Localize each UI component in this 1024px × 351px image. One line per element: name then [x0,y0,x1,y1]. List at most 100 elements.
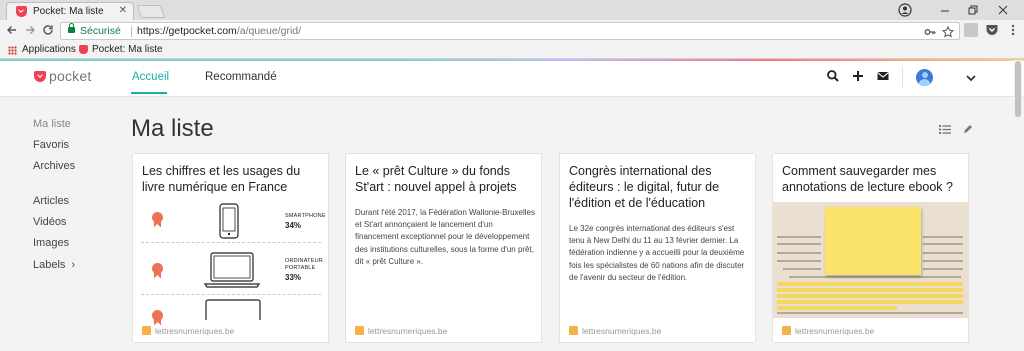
text-line [923,252,963,254]
nav-home[interactable]: Accueil [132,71,169,83]
card-source[interactable]: lettresnumeriques.be [142,326,234,336]
bookmark-applications[interactable]: Applications [22,44,76,55]
card-source[interactable]: lettresnumeriques.be [569,326,661,336]
restore-icon[interactable] [966,3,980,17]
sidebar-item-labels[interactable]: Labels › [33,259,75,271]
add-icon[interactable] [851,69,865,83]
sidebar-item-archives[interactable]: Archives [33,160,75,172]
inbox-icon[interactable] [876,69,890,83]
star-icon[interactable] [942,26,954,38]
text-line [923,260,963,262]
browser-tab[interactable]: Pocket: Ma liste ✕ [6,2,134,20]
text-line [777,252,821,254]
address-bar[interactable]: Sécurisé https://getpocket.com/a/queue/g… [60,22,960,40]
source-domain: lettresnumeriques.be [368,326,448,336]
monitor-icon [205,299,261,320]
pocket-header: pocket Accueil Recommandé [0,59,1024,97]
highlight [777,306,897,310]
key-icon[interactable] [924,26,936,38]
close-tab-icon[interactable]: ✕ [119,5,127,16]
sidebar-item-articles[interactable]: Articles [33,195,69,207]
scrollbar-thumb[interactable] [1015,61,1021,117]
back-icon[interactable] [6,24,18,36]
new-tab-button[interactable] [136,5,166,18]
active-nav-indicator [131,92,167,94]
article-card[interactable]: Les chiffres et les usages du livre numé… [132,153,329,343]
bookmarks-bar: Applications Pocket: Ma liste [0,42,1024,59]
tab-title: Pocket: Ma liste [33,6,104,17]
card-title[interactable]: Congrès international des éditeurs : le … [569,163,749,211]
source-favicon-icon [569,326,578,335]
text-line [783,268,821,270]
ebook-page-thumbnail [773,202,968,318]
article-card[interactable]: Le « prêt Culture » du fonds St'art : no… [345,153,542,343]
apps-grid-icon[interactable] [8,46,17,55]
search-icon[interactable] [826,69,840,83]
text-line [923,268,963,270]
bookmark-pocket[interactable]: Pocket: Ma liste [92,44,163,55]
divider [141,242,321,243]
nav-recommended[interactable]: Recommandé [205,71,277,83]
extension-icon[interactable] [964,23,978,37]
sidebar-item-images[interactable]: Images [33,237,69,249]
text-line [789,276,961,278]
source-domain: lettresnumeriques.be [155,326,235,336]
device-label: SMARTPHONE [285,213,326,219]
pocket-logo-text[interactable]: pocket [49,68,91,84]
lock-icon [68,23,75,33]
smartphone-icon [219,203,239,239]
device-percentage: 34% [285,221,302,230]
laptop-icon [204,252,260,288]
source-domain: lettresnumeriques.be [582,326,662,336]
award-ribbon-icon [152,310,163,325]
card-title[interactable]: Comment sauvegarder mes annotations de l… [782,163,962,195]
text-line [923,243,963,245]
menu-icon[interactable] [1006,23,1020,37]
close-window-icon[interactable] [996,3,1010,17]
divider [141,294,321,295]
pocket-favicon-icon [79,45,88,54]
pocket-favicon-icon [16,6,27,17]
header-accent-rule [0,59,1024,61]
card-title[interactable]: Les chiffres et les usages du livre numé… [142,163,322,195]
divider [902,67,903,87]
article-card[interactable]: Congrès international des éditeurs : le … [559,153,756,343]
sidebar-item-my-list[interactable]: Ma liste [33,118,71,130]
sidebar-item-videos[interactable]: Vidéos [33,216,66,228]
card-excerpt: Le 32e congrès international des éditeur… [569,224,745,282]
divider [131,26,132,37]
page-title: Ma liste [131,115,214,142]
pocket-logo-icon[interactable] [34,71,46,82]
sidebar-item-favorites[interactable]: Favoris [33,139,69,151]
award-ribbon-icon [152,212,163,227]
card-thumbnail: SMARTPHONE 34% ORDINATEUR PORTABLE 33% [133,200,328,325]
source-domain: lettresnumeriques.be [795,326,875,336]
avatar[interactable] [916,69,933,86]
sidebar-item-labels-text: Labels [33,259,66,271]
chevron-down-icon[interactable] [964,71,978,85]
card-title[interactable]: Le « prêt Culture » du fonds St'art : no… [355,163,535,195]
card-source[interactable]: lettresnumeriques.be [782,326,874,336]
pocket-extension-icon[interactable] [985,23,999,37]
browser-tab-strip: Pocket: Ma liste ✕ [0,0,1024,20]
secure-label: Sécurisé [80,25,121,37]
text-line [923,236,963,238]
device-percentage: 33% [285,273,302,282]
highlight [777,300,963,304]
minimize-icon[interactable] [938,3,952,17]
profile-icon[interactable] [898,3,912,17]
award-ribbon-icon [152,263,163,278]
text-line [777,312,963,314]
list-view-icon[interactable] [939,124,951,135]
highlight [777,282,963,286]
forward-icon[interactable] [24,24,36,36]
article-card[interactable]: Comment sauvegarder mes annotations de l… [772,153,969,343]
sticky-note [825,207,921,275]
reload-icon[interactable] [42,24,54,36]
card-source[interactable]: lettresnumeriques.be [355,326,447,336]
text-line [777,236,821,238]
card-excerpt: Durant l'été 2017, la Fédération Walloni… [355,208,535,266]
source-favicon-icon [782,326,791,335]
url-text[interactable]: https://getpocket.com/a/queue/grid/ [137,25,301,37]
edit-pencil-icon[interactable] [962,123,974,135]
